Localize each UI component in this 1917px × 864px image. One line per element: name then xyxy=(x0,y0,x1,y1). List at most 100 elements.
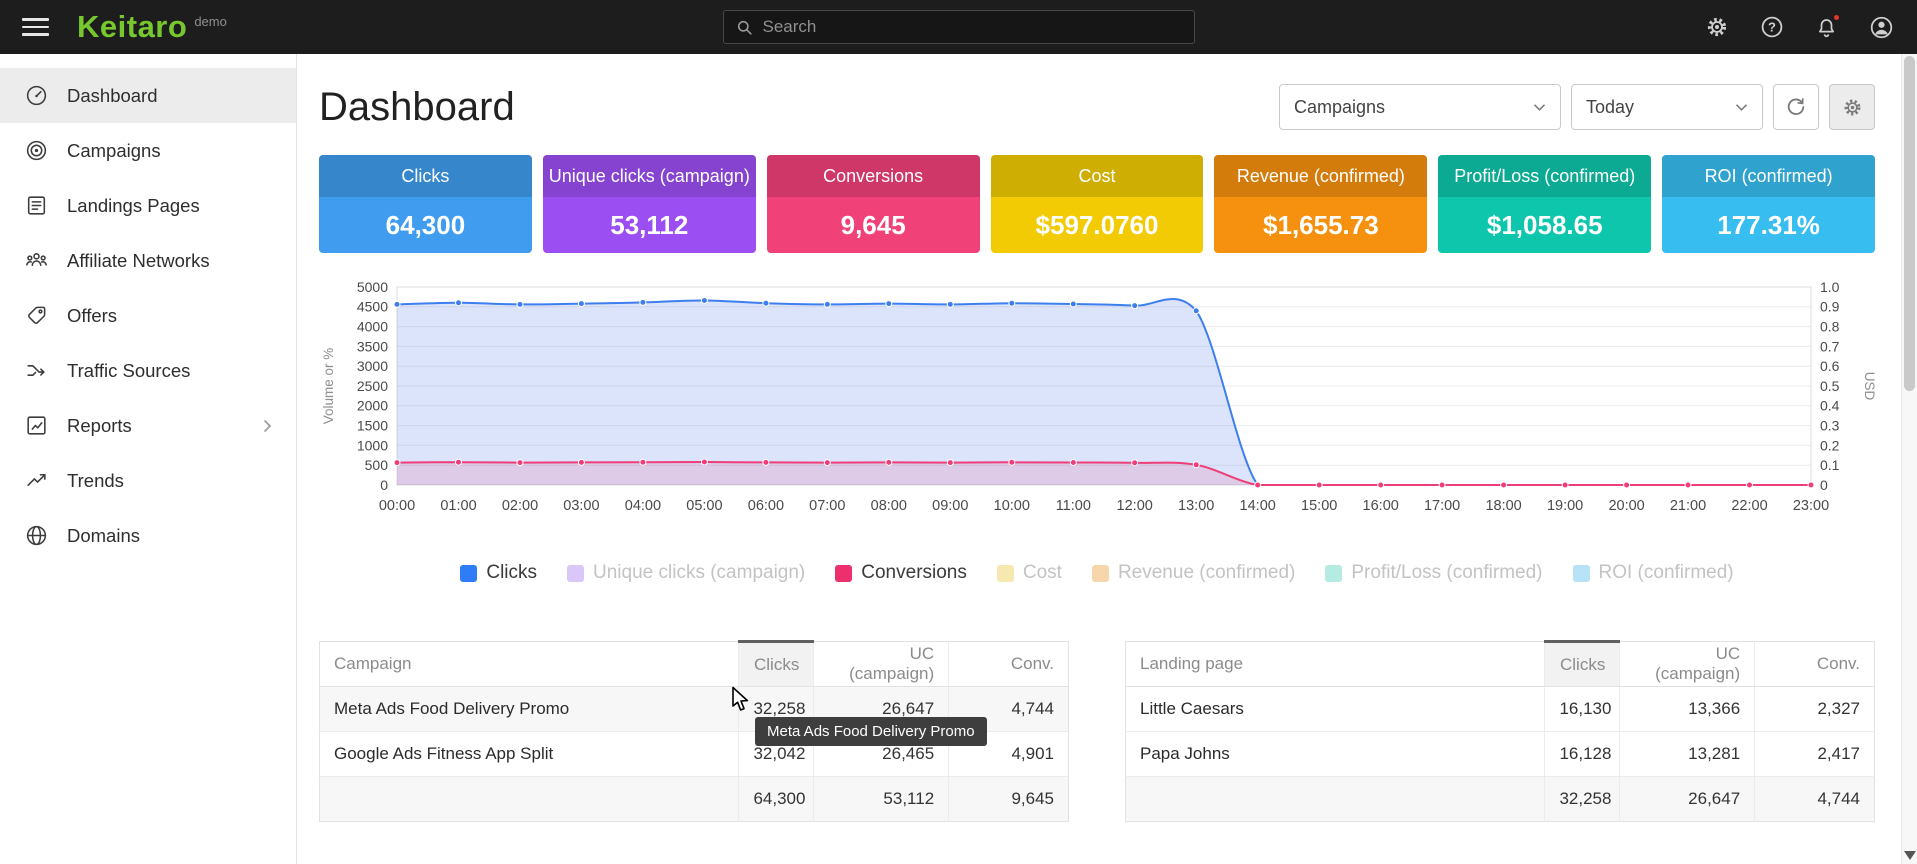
sidebar-item-label: Traffic Sources xyxy=(67,360,190,382)
sidebar-item-offers[interactable]: Offers xyxy=(0,288,296,343)
refresh-button[interactable] xyxy=(1773,84,1819,130)
cell-value: 16,130 xyxy=(1545,687,1620,732)
metric-card-value: 53,112 xyxy=(543,197,756,253)
logo[interactable]: Keitaro demo xyxy=(77,11,227,43)
trend-icon xyxy=(24,468,49,493)
sidebar-item-traffic-sources[interactable]: Traffic Sources xyxy=(0,343,296,398)
merge-icon xyxy=(24,358,49,383)
metric-card-cost[interactable]: Cost$597.0760 xyxy=(991,155,1204,253)
help-icon[interactable]: ? xyxy=(1758,14,1785,41)
svg-text:0.5: 0.5 xyxy=(1820,378,1840,394)
sidebar-item-label: Landings Pages xyxy=(67,195,200,217)
date-range-select[interactable]: Today xyxy=(1571,84,1763,130)
cell-value: 13,281 xyxy=(1620,732,1755,777)
campaigns-filter-select[interactable]: Campaigns xyxy=(1279,84,1561,130)
dashboard-settings-button[interactable] xyxy=(1829,84,1875,130)
table-row[interactable]: Little Caesars16,13013,3662,327 xyxy=(1126,687,1875,732)
legend-item-unique-clicks-campaign[interactable]: Unique clicks (campaign) xyxy=(567,562,805,584)
dashboard-line-chart[interactable]: 005000.110000.215000.320000.425000.53000… xyxy=(319,279,1875,531)
legend-item-revenue-confirmed[interactable]: Revenue (confirmed) xyxy=(1092,562,1295,584)
svg-text:16:00: 16:00 xyxy=(1363,498,1399,514)
svg-text:18:00: 18:00 xyxy=(1485,498,1521,514)
svg-text:06:00: 06:00 xyxy=(748,498,784,514)
landing-pages-table: Landing pageClicksUC (campaign)Conv.Litt… xyxy=(1125,640,1875,822)
legend-item-profit-loss-confirmed[interactable]: Profit/Loss (confirmed) xyxy=(1325,562,1542,584)
scrollbar-thumb[interactable] xyxy=(1904,56,1915,391)
row-label: Meta Ads Food Delivery Promo xyxy=(320,687,739,732)
metric-card-roi-confirmed[interactable]: ROI (confirmed)177.31% xyxy=(1662,155,1875,253)
column-header-campaign[interactable]: Campaign xyxy=(320,642,739,687)
legend-swatch xyxy=(460,565,477,582)
notifications-bell-icon[interactable] xyxy=(1813,14,1840,41)
legend-label: ROI (confirmed) xyxy=(1599,562,1734,584)
svg-text:3500: 3500 xyxy=(357,338,388,354)
page-scrollbar[interactable] xyxy=(1901,54,1917,864)
total-value: 9,645 xyxy=(949,777,1069,822)
svg-text:15:00: 15:00 xyxy=(1301,498,1337,514)
metric-card-conversions[interactable]: Conversions9,645 xyxy=(767,155,980,253)
sidebar-item-dashboard[interactable]: Dashboard xyxy=(0,68,296,123)
search-box[interactable] xyxy=(723,10,1195,44)
metric-card-label: ROI (confirmed) xyxy=(1662,155,1875,197)
campaigns-filter-value: Campaigns xyxy=(1294,97,1385,118)
date-range-value: Today xyxy=(1586,97,1634,118)
svg-text:11:00: 11:00 xyxy=(1056,498,1091,514)
legend-item-conversions[interactable]: Conversions xyxy=(835,562,967,584)
svg-text:22:00: 22:00 xyxy=(1731,498,1767,514)
total-value: 26,647 xyxy=(1620,777,1755,822)
column-header-uc-campaign[interactable]: UC (campaign) xyxy=(814,642,949,687)
scrollbar-down-arrow-icon[interactable] xyxy=(1904,851,1916,860)
column-header-uc-campaign[interactable]: UC (campaign) xyxy=(1620,642,1755,687)
people-icon xyxy=(24,248,49,273)
cell-value: 13,366 xyxy=(1620,687,1755,732)
legend-swatch xyxy=(1325,565,1342,582)
gear-icon xyxy=(1842,97,1863,118)
pages-icon xyxy=(24,193,49,218)
svg-text:1000: 1000 xyxy=(357,437,388,453)
tag-icon xyxy=(24,303,49,328)
table-row[interactable]: Papa Johns16,12813,2812,417 xyxy=(1126,732,1875,777)
menu-icon[interactable] xyxy=(22,18,49,36)
svg-text:23:00: 23:00 xyxy=(1793,498,1829,514)
target-icon xyxy=(24,138,49,163)
total-value xyxy=(320,777,739,822)
topbar: Keitaro demo ? xyxy=(0,0,1917,54)
metric-card-profit-loss-confirmed[interactable]: Profit/Loss (confirmed)$1,058.65 xyxy=(1438,155,1651,253)
total-value xyxy=(1126,777,1545,822)
logo-text: Keitaro xyxy=(77,11,187,43)
chart-area: 005000.110000.215000.320000.425000.53000… xyxy=(319,279,1875,536)
settings-gear-icon[interactable] xyxy=(1703,14,1730,41)
metric-card-value: 9,645 xyxy=(767,197,980,253)
sidebar-item-trends[interactable]: Trends xyxy=(0,453,296,508)
metric-card-value: $597.0760 xyxy=(991,197,1204,253)
legend-item-clicks[interactable]: Clicks xyxy=(460,562,537,584)
metric-card-revenue-confirmed[interactable]: Revenue (confirmed)$1,655.73 xyxy=(1214,155,1427,253)
column-header-clicks[interactable]: Clicks xyxy=(739,642,814,687)
metric-card-clicks[interactable]: Clicks64,300 xyxy=(319,155,532,253)
refresh-icon xyxy=(1785,96,1807,118)
sidebar-item-affiliate-networks[interactable]: Affiliate Networks xyxy=(0,233,296,288)
search-input[interactable] xyxy=(763,17,1183,37)
column-header-conv[interactable]: Conv. xyxy=(1755,642,1875,687)
svg-text:0.6: 0.6 xyxy=(1820,358,1840,374)
column-header-landing-page[interactable]: Landing page xyxy=(1126,642,1545,687)
account-icon[interactable] xyxy=(1868,14,1895,41)
sidebar-item-domains[interactable]: Domains xyxy=(0,508,296,563)
sidebar-item-campaigns[interactable]: Campaigns xyxy=(0,123,296,178)
column-header-clicks[interactable]: Clicks xyxy=(1545,642,1620,687)
legend-label: Unique clicks (campaign) xyxy=(593,562,805,584)
svg-text:10:00: 10:00 xyxy=(994,498,1030,514)
logo-demo-label: demo xyxy=(194,14,227,29)
column-header-conv[interactable]: Conv. xyxy=(949,642,1069,687)
metric-card-unique-clicks-campaign[interactable]: Unique clicks (campaign)53,112 xyxy=(543,155,756,253)
sidebar-item-landings-pages[interactable]: Landings Pages xyxy=(0,178,296,233)
total-value: 32,258 xyxy=(1545,777,1620,822)
sidebar-item-reports[interactable]: Reports xyxy=(0,398,296,453)
main-content: Dashboard Campaigns Today xyxy=(297,54,1901,864)
svg-text:500: 500 xyxy=(365,457,389,473)
cell-value: 2,417 xyxy=(1755,732,1875,777)
svg-text:?: ? xyxy=(1768,20,1776,35)
legend-item-roi-confirmed[interactable]: ROI (confirmed) xyxy=(1573,562,1734,584)
legend-item-cost[interactable]: Cost xyxy=(997,562,1062,584)
metric-card-value: $1,058.65 xyxy=(1438,197,1651,253)
